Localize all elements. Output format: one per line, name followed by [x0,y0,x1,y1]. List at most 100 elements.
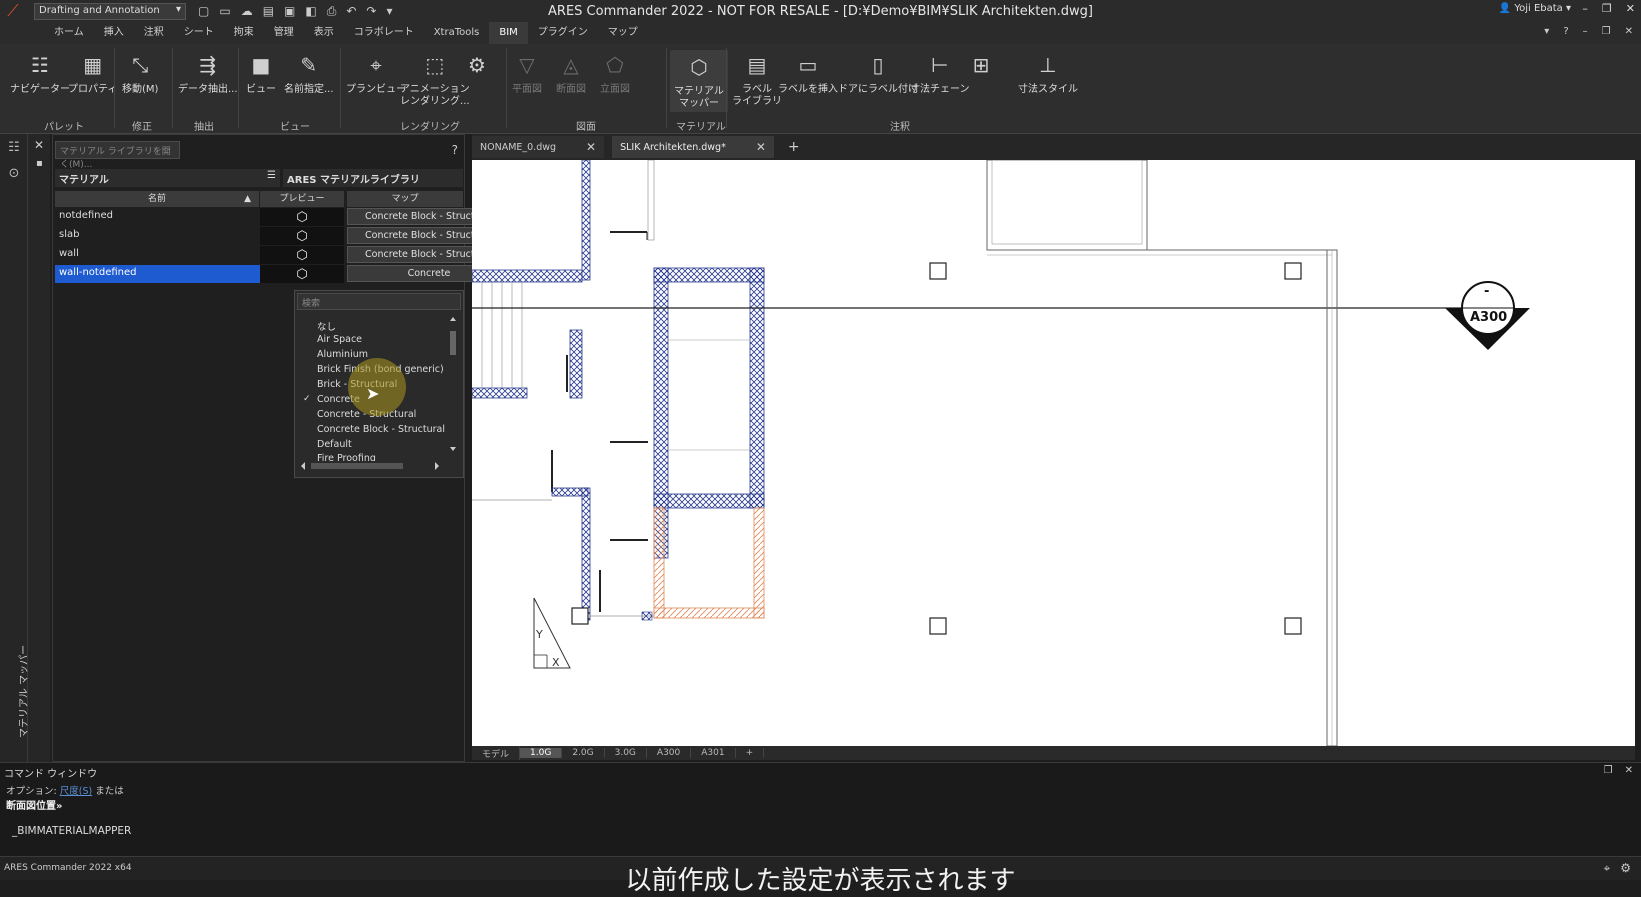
open-folder-icon[interactable]: ▤ [263,4,274,19]
ribbon-toggle-icon[interactable]: ▾ [1544,26,1549,37]
tab-xtratools[interactable]: XtraTools [424,22,490,44]
label-library-button[interactable]: ▤ ラベル ライブラリ [732,50,782,108]
ribbon-separator [666,48,667,128]
help-button[interactable]: ? [452,143,458,157]
elevation-button[interactable]: ⬠ 立面図 [600,50,630,96]
command-window[interactable]: コマンド ウィンドウ ❐ ✕ オプション: 尺度(S) または 断面図位置» _… [0,762,1641,856]
tab-manage[interactable]: 管理 [264,22,304,44]
print-icon[interactable]: ⎙ [327,4,337,19]
properties-button[interactable]: ▦ プロパティ [68,50,117,96]
user-account[interactable]: 👤 Yoji Ebata ▾ [1499,3,1571,14]
tab-view[interactable]: 表示 [304,22,344,44]
material-row[interactable]: notdefined [55,208,260,226]
new-file-icon[interactable]: ▢ [198,4,209,19]
open-material-library-input[interactable]: マテリアル ライブラリを開く(M)... [55,141,180,170]
column-map[interactable]: マップ [347,191,463,207]
sheet-tab-1-0g[interactable]: 1.0G [520,748,563,758]
tab-home[interactable]: ホーム [44,22,94,44]
help-icon[interactable]: ? [1563,26,1568,37]
redo-icon[interactable]: ↷ [366,4,376,19]
add-sheet-icon[interactable]: + [736,748,765,758]
doc-tab-noname[interactable]: NONAME_0.dwg ✕ [472,136,605,158]
sheet-tab-a300[interactable]: A300 [647,748,692,758]
material-row[interactable]: wall [55,246,260,264]
drawing-canvas[interactable]: Y X - A300 [472,160,1635,746]
close-tab-icon[interactable]: ✕ [756,140,766,154]
material-mapper-button[interactable]: ⬡ マテリアル マッパー [670,50,728,112]
tab-collaborate[interactable]: コラボレート [344,22,424,44]
cloud-open-icon[interactable]: ☁ [241,4,253,19]
plan-button[interactable]: ▽ 平面図 [512,50,542,96]
material-row[interactable]: slab [55,227,260,245]
move-button[interactable]: ⤡ 移動(M) [122,50,158,96]
close-command-icon[interactable]: ✕ [1625,765,1633,776]
minimize-icon[interactable]: – [1582,2,1588,15]
panel-pin-icon[interactable]: ▪ [36,158,43,169]
dropdown-search-input[interactable]: 検索 [297,293,461,310]
named-view-button[interactable]: ✎ 名前指定... [284,50,334,96]
tab-sheet[interactable]: シート [174,22,224,44]
sheet-tab-model[interactable]: モデル [472,746,521,760]
section-button[interactable]: ◬ 断面図 [556,50,586,96]
workspace-select[interactable]: Drafting and Annotation [34,2,186,20]
navigator-dock-icon[interactable]: ☷ [0,134,28,160]
dropdown-item[interactable]: Default [317,439,352,450]
close-icon[interactable]: ✕ [1626,2,1635,15]
data-extract-button[interactable]: ⇶ データ抽出... [178,50,238,96]
doc-tab-slik[interactable]: SLIK Architekten.dwg* ✕ [612,136,774,158]
app-version-label: ARES Commander 2022 x64 [4,863,132,873]
column-preview[interactable]: プレビュー [260,191,344,207]
dropdown-item[interactable]: なし [317,319,336,333]
doc-close-icon[interactable]: ✕ [1625,26,1633,37]
navigator-icon: ☷ [31,53,49,77]
tab-insert[interactable]: 挿入 [94,22,134,44]
scale-option-link[interactable]: 尺度(S) [60,786,92,797]
label-door-button[interactable]: ▯ ドアにラベル付け [838,50,918,96]
group-annotation: 注釈 [890,122,910,133]
dropdown-vertical-scrollbar[interactable] [449,317,457,453]
save-cloud-icon[interactable]: ◧ [305,4,316,19]
view-button[interactable]: ■ ビュー [246,50,276,96]
float-icon[interactable]: ❐ [1604,765,1613,776]
tab-plugins[interactable]: プラグイン [528,22,598,44]
tab-annotate[interactable]: 注釈 [134,22,174,44]
doc-restore-icon[interactable]: ❐ [1602,26,1611,37]
animation-render-button[interactable]: ⬚ アニメーション レンダリング... [400,50,470,108]
ares-logo-icon[interactable]: ⟋ [0,0,26,22]
filter-icon[interactable]: ☰ [267,170,276,181]
tab-bim[interactable]: BIM [489,22,528,44]
dropdown-item[interactable]: Concrete Block - Structural [317,424,445,435]
command-input[interactable]: _BIMMATERIALMAPPER [12,825,131,837]
insert-label-button[interactable]: ▭ ラベルを挿入 [778,50,838,96]
tab-constraints[interactable]: 拘束 [224,22,264,44]
doc-minimize-icon[interactable]: – [1583,26,1588,37]
dropdown-item[interactable]: Aluminium [317,349,368,360]
save-icon[interactable]: ▣ [284,4,295,19]
dimension-tools[interactable]: ⊞ [966,50,996,84]
close-tab-icon[interactable]: ✕ [586,140,596,154]
navigator-button[interactable]: ☷ ナビゲーター [10,50,70,96]
material-mapper-dock-icon[interactable]: ⊙ [0,160,28,186]
location-pin-icon[interactable]: ⌖ [1603,861,1610,876]
sheet-tab-3-0g[interactable]: 3.0G [605,748,647,758]
dimension-chain-button[interactable]: ⊢ 寸法チェーン [910,50,970,96]
column-name[interactable]: 名前 ▲ [55,191,259,207]
plan-view-button[interactable]: ⌖ プランビュー [346,50,406,96]
customize-icon[interactable]: ▾ [386,4,392,19]
undo-icon[interactable]: ↶ [346,4,356,19]
material-row-selected[interactable]: wall-notdefined [55,265,260,283]
tab-map[interactable]: マップ [598,22,648,44]
restore-icon[interactable]: ❐ [1602,2,1612,15]
sheet-tab-a301[interactable]: A301 [691,748,736,758]
open-file-icon[interactable]: ▭ [219,4,230,19]
floor-plan-drawing: Y X [472,160,1530,746]
sheet-tab-2-0g[interactable]: 2.0G [562,748,605,758]
dropdown-item[interactable]: Fire Proofing [317,453,376,461]
dropdown-item[interactable]: Air Space [317,334,362,345]
render-tools[interactable]: ⚙ [462,50,492,84]
dropdown-horizontal-scrollbar[interactable] [301,461,441,471]
add-tab-icon[interactable]: + [788,139,800,155]
settings-gear-icon[interactable]: ⚙ [1620,861,1631,876]
panel-close-icon[interactable]: ✕ [34,138,44,152]
dimension-style-button[interactable]: ⊥ 寸法スタイル [1018,50,1078,96]
